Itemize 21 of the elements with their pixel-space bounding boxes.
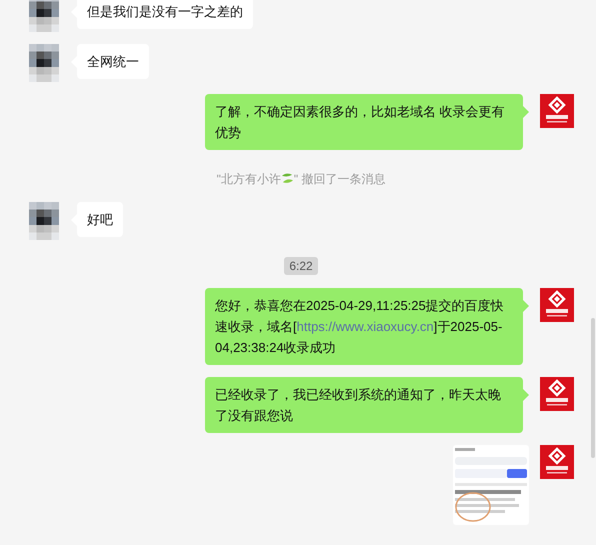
bubble-tail <box>523 300 529 312</box>
avatar[interactable] <box>28 202 60 240</box>
avatar[interactable] <box>28 0 60 32</box>
logo-avatar[interactable] <box>540 288 574 322</box>
leaf-icon <box>280 172 294 185</box>
message-bubble: 全网统一 <box>77 44 149 79</box>
message-bubble: 您好，恭喜您在2025-04-29,11:25:25提交的百度快速收录，域名[https://www.xiaoxucy.cn]于2025-05-04,23:38:24收录成功 <box>205 288 523 364</box>
recall-notice: "北方有小许 " 撤回了一条消息 <box>216 172 386 186</box>
bubble-tail <box>523 106 529 118</box>
bubble-tail <box>523 388 529 400</box>
logo-avatar[interactable] <box>540 376 574 410</box>
timestamp: 6:22 <box>284 257 318 275</box>
scrollbar[interactable] <box>591 318 595 458</box>
message-bubble: 了解，不确定因素很多的，比如老域名 收录会更有优势 <box>205 94 523 150</box>
link[interactable]: https://www.xiaoxucy.cn <box>296 318 434 334</box>
message-bubble: 已经收录了，我已经收到系统的通知了，昨天太晚了没有跟您说 <box>205 376 523 432</box>
avatar[interactable] <box>28 44 60 82</box>
logo-avatar[interactable] <box>540 444 574 478</box>
logo-avatar[interactable] <box>540 94 574 128</box>
message-bubble: 但是我们是没有一字之差的 <box>77 0 253 29</box>
message-bubble: 好吧 <box>77 202 123 237</box>
